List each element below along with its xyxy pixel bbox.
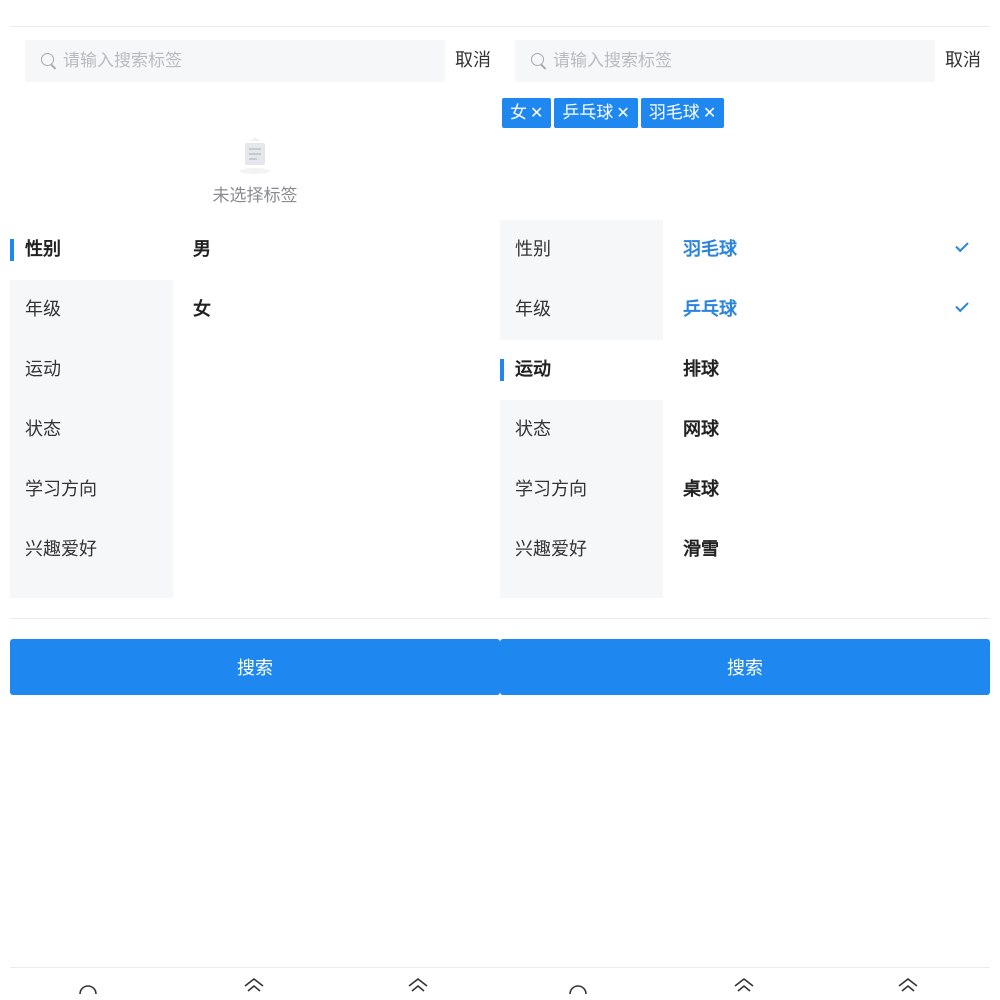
category-item-study-direction[interactable]: 学习方向 <box>500 460 663 520</box>
search-input[interactable] <box>553 41 913 81</box>
divider <box>500 618 990 619</box>
check-icon <box>955 298 969 313</box>
category-item-gender[interactable]: 性别 <box>10 220 173 280</box>
category-list: 性别 年级 运动 状态 学习方向 兴趣爱好 <box>500 220 663 598</box>
divider <box>10 618 500 619</box>
cancel-button[interactable]: 取消 <box>945 40 981 82</box>
option-item[interactable]: 网球 <box>663 400 990 460</box>
tag-picker: 性别 年级 运动 状态 学习方向 兴趣爱好 羽毛球 乒乓球 排球 网球 桌球 滑… <box>500 220 990 598</box>
search-box[interactable] <box>25 40 445 82</box>
selected-tag-chip[interactable]: 羽毛球 ✕ <box>640 98 725 128</box>
circle-tab-icon[interactable] <box>77 976 99 996</box>
category-item-hobbies[interactable]: 兴趣爱好 <box>500 520 663 580</box>
screen: 取消 未选择标签 性别 年级 运动 状态 学习方向 兴趣爱好 <box>0 0 1000 1000</box>
option-label: 乒乓球 <box>683 299 737 320</box>
category-item-study-direction[interactable]: 学习方向 <box>10 460 173 520</box>
category-item-gender[interactable]: 性别 <box>500 220 663 280</box>
empty-document-icon <box>240 137 270 174</box>
category-item-status[interactable]: 状态 <box>500 400 663 460</box>
search-input[interactable] <box>63 41 423 81</box>
chevron-up-tab-icon[interactable] <box>243 976 265 996</box>
category-list: 性别 年级 运动 状态 学习方向 兴趣爱好 <box>10 220 173 598</box>
tag-label: 羽毛球 <box>648 103 700 123</box>
chevron-up-tab-icon[interactable] <box>733 976 755 996</box>
category-item-status[interactable]: 状态 <box>10 400 173 460</box>
category-list-padding <box>500 580 663 598</box>
search-button[interactable]: 搜索 <box>500 639 990 695</box>
category-list-padding <box>10 580 173 598</box>
circle-tab-icon[interactable] <box>567 976 589 996</box>
option-item[interactable]: 女 <box>173 280 500 340</box>
category-item-sports[interactable]: 运动 <box>10 340 173 400</box>
chevron-up-tab-icon[interactable] <box>407 976 429 996</box>
close-icon[interactable]: ✕ <box>616 98 629 128</box>
search-row: 取消 <box>500 40 990 82</box>
category-item-sports[interactable]: 运动 <box>500 340 663 400</box>
option-item[interactable]: 男 <box>173 220 500 280</box>
close-icon[interactable]: ✕ <box>703 98 716 128</box>
category-item-grade[interactable]: 年级 <box>10 280 173 340</box>
option-item-selected[interactable]: 乒乓球 <box>663 280 990 340</box>
tag-picker: 性别 年级 运动 状态 学习方向 兴趣爱好 男 女 <box>10 220 500 598</box>
category-item-grade[interactable]: 年级 <box>500 280 663 340</box>
option-item-selected[interactable]: 羽毛球 <box>663 220 990 280</box>
option-item[interactable]: 滑雪 <box>663 520 990 580</box>
search-box[interactable] <box>515 40 935 82</box>
tag-filter-panel-empty: 取消 未选择标签 性别 年级 运动 状态 学习方向 兴趣爱好 <box>10 27 500 1000</box>
option-item[interactable]: 桌球 <box>663 460 990 520</box>
selected-tag-chip[interactable]: 女 ✕ <box>502 98 552 128</box>
close-icon[interactable]: ✕ <box>530 98 543 128</box>
tag-label: 乒乓球 <box>562 103 614 123</box>
search-button[interactable]: 搜索 <box>10 639 500 695</box>
selected-tags: 女 ✕ 乒乓球 ✕ 羽毛球 ✕ <box>502 98 725 128</box>
option-item[interactable]: 排球 <box>663 340 990 400</box>
selected-tag-chip[interactable]: 乒乓球 ✕ <box>554 98 638 128</box>
search-icon <box>531 53 547 69</box>
search-icon <box>41 53 57 69</box>
category-item-hobbies[interactable]: 兴趣爱好 <box>10 520 173 580</box>
cancel-button[interactable]: 取消 <box>455 40 491 82</box>
tag-filter-panel-selected: 取消 女 ✕ 乒乓球 ✕ 羽毛球 ✕ 性别 年级 运动 状态 学习方向 <box>500 27 990 1000</box>
empty-state-text: 未选择标签 <box>212 186 298 206</box>
chevron-up-tab-icon[interactable] <box>897 976 919 996</box>
empty-state: 未选择标签 <box>10 135 500 215</box>
search-row: 取消 <box>10 40 500 82</box>
tag-label: 女 <box>510 103 527 123</box>
tabbar-divider <box>10 967 990 968</box>
option-label: 羽毛球 <box>683 239 737 260</box>
check-icon <box>955 238 969 253</box>
